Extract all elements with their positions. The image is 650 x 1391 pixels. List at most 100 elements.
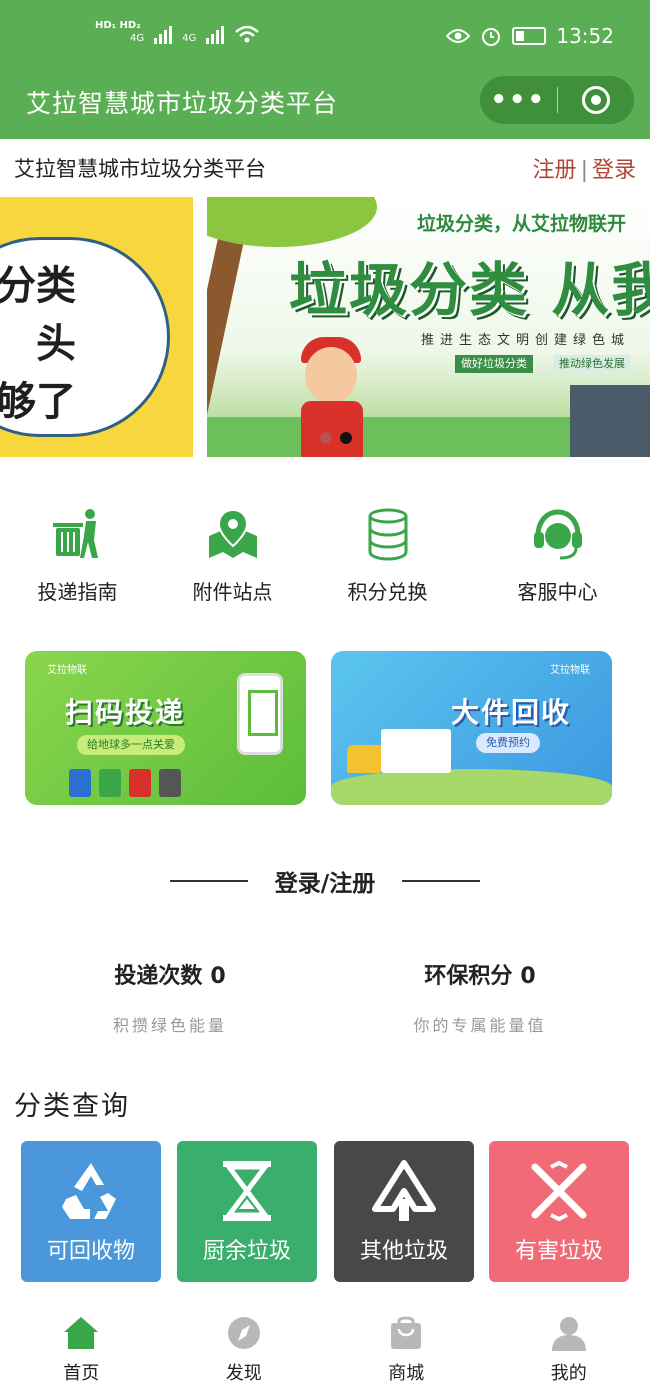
scan-delivery-card[interactable]: 艾拉物联 扫码投递 给地球多一点关爱 (25, 651, 306, 805)
banner-tag-1: 做好垃圾分类 (455, 355, 533, 373)
tab-home[interactable]: 首页 (0, 1301, 163, 1391)
bulk-recycle-slogan: 免费预约 (476, 733, 540, 753)
site-name: 艾拉智慧城市垃圾分类平台 (14, 157, 266, 181)
auth-divider: | (580, 158, 588, 183)
tab-discover[interactable]: 发现 (163, 1301, 326, 1391)
banner-subtitle: 垃圾分类，从艾拉物联开 (417, 213, 627, 235)
stat-label: 投递次数 (114, 964, 203, 989)
banner-left-line-1: 分类 (0, 263, 76, 309)
banner-slogan: 推进生态文明创建绿色城 (421, 333, 631, 348)
quick-nav-stations[interactable]: 附件站点 (155, 500, 310, 610)
stat-value: 0 (520, 964, 536, 989)
gray-bin-icon (159, 769, 181, 797)
close-mini-program-button[interactable] (558, 86, 635, 114)
stat-value: 0 (210, 964, 226, 989)
status-right: 13:52 (446, 24, 614, 48)
truck-icon (347, 745, 381, 773)
blue-bin-icon (69, 769, 91, 797)
battery-icon (512, 27, 547, 45)
tab-label: 我的 (550, 1363, 587, 1384)
category-label: 其他垃圾 (359, 1239, 448, 1264)
quick-nav: 投递指南 附件站点 积分兑换 客服中心 (0, 500, 650, 610)
grass-illustration (331, 769, 612, 805)
register-link[interactable]: 注册 (533, 158, 577, 183)
tab-label: 首页 (63, 1363, 100, 1384)
quick-nav-delivery-guide[interactable]: 投递指南 (0, 500, 155, 610)
scan-delivery-slogan: 给地球多一点关爱 (77, 735, 185, 755)
banner-left-line-2: 头 (36, 321, 76, 367)
cross-icon (531, 1160, 587, 1222)
scan-delivery-title: 扫码投递 (65, 696, 186, 729)
login-register-label: 登录/注册 (274, 870, 376, 897)
banner-title: 垃圾分类 从我 (289, 256, 650, 324)
more-menu-button[interactable]: ••• (480, 85, 557, 115)
quick-nav-points-exchange[interactable]: 积分兑换 (310, 500, 465, 610)
status-bar: HD₁ HD₂ 4G 4G 13:52 (0, 0, 650, 76)
clock: 13:52 (556, 24, 614, 48)
bulk-recycle-title: 大件回收 (451, 696, 572, 729)
network-type-2: 4G (182, 33, 197, 44)
tree-foliage (207, 197, 377, 247)
tab-label: 商城 (388, 1363, 425, 1384)
tab-label: 发现 (225, 1363, 262, 1384)
category-label: 有害垃圾 (514, 1239, 603, 1264)
category-hazardous-waste[interactable]: 有害垃圾 (489, 1141, 629, 1282)
mini-program-capsule: ••• (480, 76, 634, 124)
triangle-arrow-icon (372, 1160, 436, 1221)
banner-slide-previous[interactable]: 分类 头 够了 (0, 197, 193, 457)
login-link[interactable]: 登录 (592, 158, 636, 183)
banner-left-line-3: 够了 (0, 379, 76, 425)
brand-logo: 艾拉物联 (47, 665, 87, 676)
delivery-count-stat: 投递次数 0 积攒绿色能量 (40, 958, 300, 1036)
signal-bars-2-icon (206, 26, 225, 44)
category-recyclable[interactable]: 可回收物 (21, 1141, 161, 1282)
banner-left-text: 分类 头 够了 (0, 257, 76, 431)
eye-icon (446, 29, 471, 43)
sorting-bins-illustration (570, 385, 650, 457)
tab-mall[interactable]: 商城 (325, 1301, 488, 1391)
quick-nav-label: 投递指南 (37, 580, 118, 604)
carousel-dot[interactable] (320, 432, 332, 444)
banner-tag-2: 推动绿色发展 (553, 355, 631, 373)
trash-person-icon (52, 509, 98, 558)
divider-line-left (170, 880, 248, 882)
category-query-title: 分类查询 (14, 1091, 130, 1122)
quick-nav-customer-service[interactable]: 客服中心 (465, 500, 650, 610)
category-label: 厨余垃圾 (202, 1239, 291, 1264)
red-bin-icon (129, 769, 151, 797)
eco-points-stat: 环保积分 0 你的专属能量值 (350, 958, 610, 1036)
login-register-divider[interactable]: 登录/注册 (170, 864, 480, 897)
page-header: 艾拉智慧城市垃圾分类平台 注册 | 登录 (0, 139, 650, 195)
tab-mine[interactable]: 我的 (488, 1301, 650, 1391)
compass-icon (227, 1317, 260, 1349)
brand-logo: 艾拉物联 (550, 665, 590, 676)
bag-icon (391, 1316, 422, 1349)
banner-slide-current[interactable]: 垃圾分类，从艾拉物联开 垃圾分类 从我 推进生态文明创建绿色城 做好垃圾分类 推… (207, 197, 650, 457)
truck-body (381, 729, 451, 773)
green-bin-icon (99, 769, 121, 797)
wifi-icon (235, 25, 260, 43)
headset-icon (533, 509, 582, 560)
carousel-dot-active[interactable] (340, 432, 352, 444)
map-pin-icon (208, 508, 257, 558)
carousel-indicators (320, 432, 352, 444)
target-icon (581, 86, 610, 114)
hourglass-icon (223, 1161, 271, 1221)
bulk-recycle-card[interactable]: 艾拉物联 大件回收 免费预约 (331, 651, 612, 805)
category-label: 可回收物 (46, 1239, 135, 1264)
category-kitchen-waste[interactable]: 厨余垃圾 (177, 1141, 317, 1282)
person-head (305, 347, 357, 403)
user-icon (551, 1317, 586, 1351)
title-bar: HD₁ HD₂ 4G 4G 13:52 艾拉智慧城市垃圾分类平台 ••• (0, 0, 650, 139)
auth-links: 注册 | 登录 (533, 152, 636, 184)
bottom-tab-bar: 首页 发现 商城 我的 (0, 1301, 650, 1391)
stat-subtitle: 你的专属能量值 (413, 1016, 547, 1035)
signal-bars-1-icon (154, 26, 173, 44)
quick-nav-label: 积分兑换 (347, 580, 428, 604)
coin-stack-icon (368, 508, 407, 561)
alarm-icon (482, 28, 501, 46)
stat-subtitle: 积攒绿色能量 (112, 1016, 227, 1035)
category-other-waste[interactable]: 其他垃圾 (334, 1141, 474, 1282)
person-body (301, 401, 363, 457)
signal-indicators: 4G 4G (130, 24, 260, 44)
